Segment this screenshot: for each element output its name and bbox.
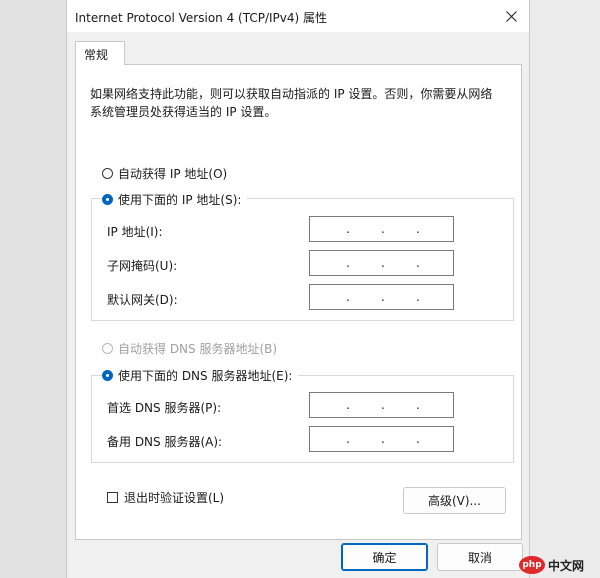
dns-manual-radio[interactable]: 使用下面的 DNS 服务器地址(E):: [102, 367, 299, 384]
window-title: Internet Protocol Version 4 (TCP/IPv4) 属…: [75, 11, 328, 25]
validate-on-exit-checkbox[interactable]: 退出时验证设置(L): [107, 489, 224, 506]
preferred-dns-input[interactable]: ...: [309, 392, 454, 418]
alternate-dns-label: 备用 DNS 服务器(A):: [107, 435, 223, 449]
validate-checkbox-box: [107, 492, 118, 503]
ip-address-input[interactable]: ...: [309, 216, 454, 242]
alternate-dns-input[interactable]: ...: [309, 426, 454, 452]
general-panel: 如果网络支持此功能，则可以获取自动指派的 IP 设置。否则，你需要从网络系统管理…: [75, 64, 522, 540]
php-logo: php: [519, 556, 545, 574]
background-right: [530, 0, 600, 578]
subnet-mask-label: 子网掩码(U):: [107, 259, 178, 273]
close-icon: [505, 10, 517, 22]
title-bar: Internet Protocol Version 4 (TCP/IPv4) 属…: [67, 0, 529, 32]
dns-auto-radio[interactable]: 自动获得 DNS 服务器地址(B): [102, 340, 277, 357]
background-left: [0, 0, 66, 578]
ip-auto-label: 自动获得 IP 地址(O): [118, 167, 228, 181]
advanced-button[interactable]: 高级(V)...: [403, 487, 506, 514]
properties-dialog: Internet Protocol Version 4 (TCP/IPv4) 属…: [66, 0, 530, 578]
ip-auto-radio[interactable]: 自动获得 IP 地址(O): [102, 165, 227, 182]
tab-general-label: 常规: [84, 48, 109, 62]
ip-manual-radio-circle: [102, 194, 113, 205]
preferred-dns-label: 首选 DNS 服务器(P):: [107, 401, 222, 415]
dns-manual-label: 使用下面的 DNS 服务器地址(E):: [118, 369, 293, 383]
subnet-mask-input[interactable]: ...: [309, 250, 454, 276]
ip-auto-radio-circle: [102, 168, 113, 179]
tab-general[interactable]: 常规: [75, 41, 125, 65]
close-button[interactable]: [497, 2, 525, 30]
ip-address-label: IP 地址(I):: [107, 225, 163, 239]
dns-manual-radio-circle: [102, 370, 113, 381]
watermark: php 中文网: [519, 555, 597, 575]
watermark-text: 中文网: [548, 558, 585, 573]
dns-auto-label: 自动获得 DNS 服务器地址(B): [118, 342, 278, 356]
validate-label: 退出时验证设置(L): [124, 491, 225, 505]
ip-manual-radio[interactable]: 使用下面的 IP 地址(S):: [102, 191, 248, 208]
ok-button[interactable]: 确定: [341, 543, 428, 571]
ip-manual-label: 使用下面的 IP 地址(S):: [118, 193, 242, 207]
description-text: 如果网络支持此功能，则可以获取自动指派的 IP 设置。否则，你需要从网络系统管理…: [90, 87, 493, 119]
default-gateway-input[interactable]: ...: [309, 284, 454, 310]
dns-auto-radio-circle: [102, 343, 113, 354]
default-gateway-label: 默认网关(D):: [107, 293, 178, 307]
cancel-button[interactable]: 取消: [437, 543, 523, 571]
